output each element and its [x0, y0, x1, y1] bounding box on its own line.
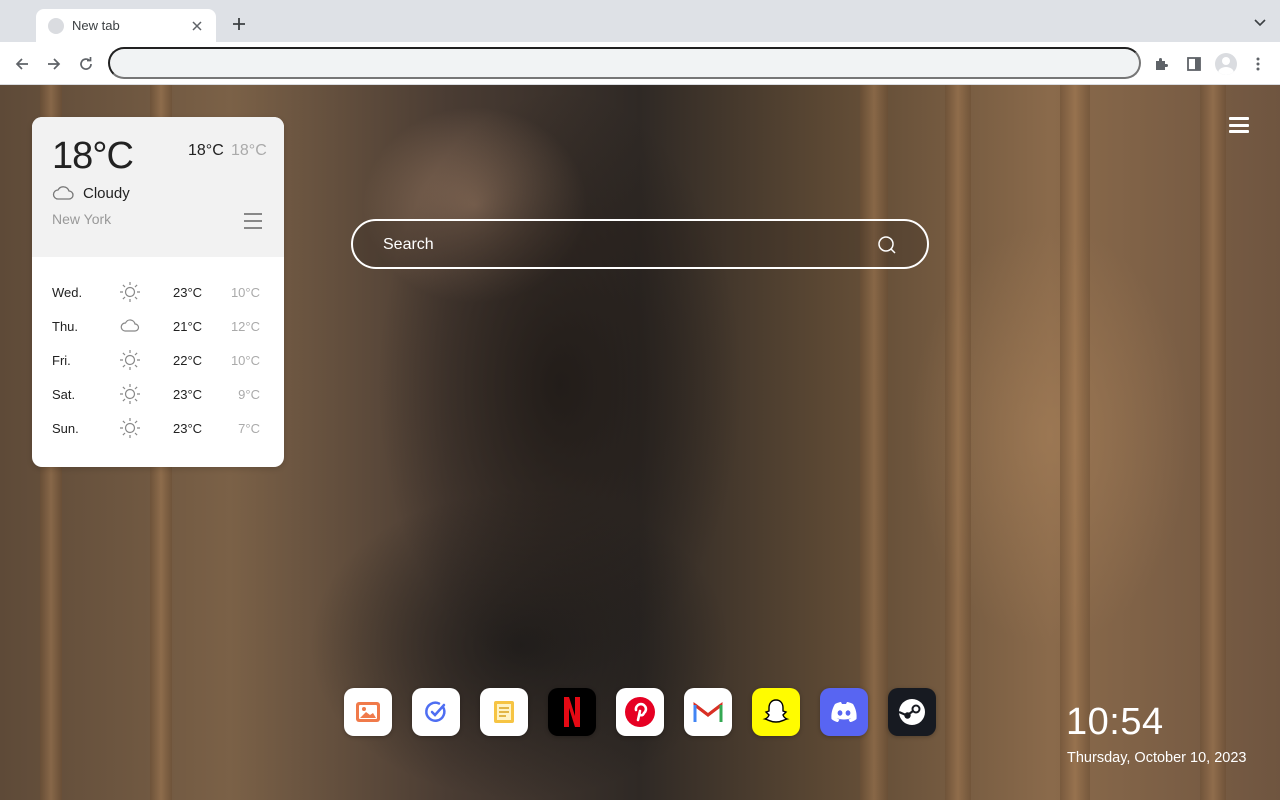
- forecast-high: 23°C: [173, 387, 203, 402]
- weather-current: 18°C 18°C 18°C Cloudy New York: [32, 117, 284, 257]
- new-tab-button[interactable]: [228, 13, 250, 35]
- notes-icon: [494, 701, 514, 723]
- menu-icon: [1229, 117, 1249, 120]
- arrow-right-icon: [48, 58, 61, 70]
- snapchat-app[interactable]: [752, 688, 800, 736]
- browser-menu-button[interactable]: [1245, 51, 1271, 77]
- forecast-day: Sat.: [52, 387, 76, 402]
- profile-button[interactable]: [1213, 51, 1239, 77]
- close-tab-button[interactable]: [188, 17, 206, 35]
- pinterest-app[interactable]: [616, 688, 664, 736]
- tab-search-button[interactable]: [1252, 15, 1268, 31]
- search-box: [351, 219, 929, 269]
- arrow-left-icon: [15, 58, 28, 70]
- current-temperature: 18°C: [52, 135, 134, 177]
- weather-city: New York: [52, 211, 112, 227]
- forecast-row: Sun. 23°C 7°C: [32, 413, 284, 447]
- chevron-down-icon: [1254, 19, 1266, 27]
- pinterest-icon: [625, 697, 655, 727]
- forward-button[interactable]: [41, 51, 67, 77]
- steam-icon: [898, 699, 925, 725]
- reload-button[interactable]: [73, 51, 99, 77]
- reload-icon: [80, 57, 92, 70]
- hamburger-menu-button[interactable]: [1227, 115, 1251, 135]
- browser-toolbar: [0, 42, 1280, 85]
- clock-date: Thursday, October 10, 2023: [1067, 750, 1247, 766]
- forecast-high: 23°C: [173, 285, 203, 300]
- netflix-icon: [564, 697, 580, 727]
- photos-icon: [356, 702, 380, 722]
- forecast-day: Thu.: [52, 319, 79, 334]
- weather-condition: Cloudy: [83, 185, 130, 202]
- check-icon: [425, 701, 446, 722]
- temperature-high: 18°C: [188, 142, 224, 159]
- kebab-menu-icon: [1256, 57, 1260, 71]
- discord-app[interactable]: [820, 688, 868, 736]
- temperature-low: 18°C: [231, 142, 267, 159]
- forecast-high: 22°C: [173, 353, 203, 368]
- sun-icon: [120, 384, 140, 404]
- tab-favicon-icon: [48, 17, 64, 34]
- tab-new-tab[interactable]: New tab: [36, 9, 216, 42]
- forecast-day: Wed.: [52, 285, 83, 300]
- forecast-row: Wed. 23°C 10°C: [32, 277, 284, 311]
- forecast-row: Thu. 21°C 12°C: [32, 311, 284, 345]
- side-panel-icon: [1187, 57, 1201, 71]
- sun-icon: [120, 418, 140, 438]
- steam-app[interactable]: [888, 688, 936, 736]
- forecast-low: 7°C: [238, 421, 260, 436]
- address-bar[interactable]: [108, 47, 1141, 79]
- app-dock: [344, 688, 936, 736]
- new-tab-page: 18°C 18°C 18°C Cloudy New York Wed. 23°C…: [0, 85, 1280, 800]
- search-input[interactable]: [383, 234, 853, 256]
- side-panel-button[interactable]: [1181, 51, 1207, 77]
- forecast-day: Fri.: [52, 353, 71, 368]
- forecast-low: 10°C: [230, 353, 260, 368]
- forecast-row: Fri. 22°C 10°C: [32, 345, 284, 379]
- photos-app[interactable]: [344, 688, 392, 736]
- tab-title: New tab: [72, 18, 120, 33]
- forecast-list: Wed. 23°C 10°C Thu. 21°C 12°C Fri. 22°C …: [32, 277, 284, 447]
- forecast-low: 10°C: [230, 285, 260, 300]
- snapchat-icon: [762, 699, 790, 723]
- close-icon: [192, 20, 202, 31]
- netflix-app[interactable]: [548, 688, 596, 736]
- weather-widget: 18°C 18°C 18°C Cloudy New York Wed. 23°C…: [32, 117, 284, 467]
- tab-strip: New tab: [0, 0, 1280, 42]
- sun-icon: [120, 282, 140, 302]
- tasks-app[interactable]: [412, 688, 460, 736]
- gmail-app[interactable]: [684, 688, 732, 736]
- forecast-low: 9°C: [238, 387, 260, 402]
- puzzle-icon: [1156, 58, 1168, 70]
- avatar: [1215, 53, 1237, 75]
- search-icon[interactable]: [877, 235, 897, 255]
- forecast-high: 21°C: [173, 319, 203, 334]
- extensions-button[interactable]: [1149, 51, 1175, 77]
- sun-icon: [120, 350, 140, 370]
- cloud-icon: [120, 319, 140, 332]
- weather-menu-button[interactable]: [244, 213, 262, 229]
- plus-icon: [233, 18, 245, 30]
- back-button[interactable]: [9, 51, 35, 77]
- clock-time: 10:54: [1066, 701, 1164, 743]
- notes-app[interactable]: [480, 688, 528, 736]
- forecast-day: Sun.: [52, 421, 79, 436]
- forecast-high: 23°C: [173, 421, 203, 436]
- forecast-row: Sat. 23°C 9°C: [32, 379, 284, 413]
- cloud-icon: [52, 186, 74, 200]
- forecast-low: 12°C: [230, 319, 260, 334]
- discord-icon: [831, 702, 857, 722]
- gmail-icon: [693, 701, 723, 722]
